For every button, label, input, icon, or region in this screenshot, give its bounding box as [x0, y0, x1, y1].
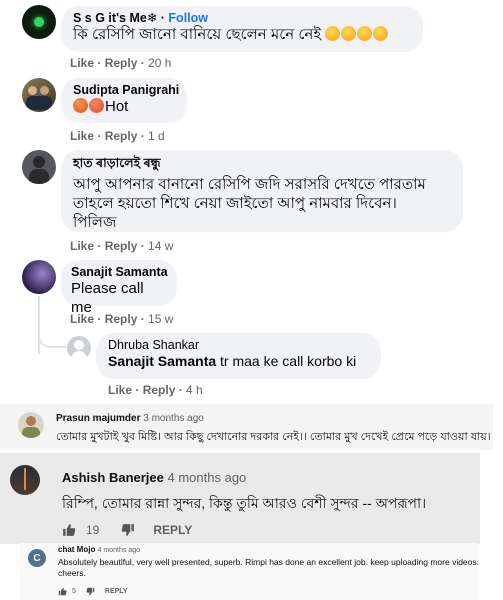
default-avatar-icon[interactable]: [67, 336, 91, 360]
thread-curve: [38, 320, 66, 348]
thumbs-up-icon[interactable]: [58, 587, 67, 596]
timestamp[interactable]: 15 w: [148, 312, 173, 326]
comment-text-line: আপু আপনার বানানো রেসিপি জদি সরাসরি দেখতে…: [73, 176, 426, 193]
reply-button[interactable]: REPLY: [105, 588, 128, 595]
yt-comment: Ashish Banerjee 4 months ago রিম্পি, তোম…: [0, 453, 480, 544]
follow-button[interactable]: Follow: [168, 11, 208, 25]
comment-actions: Like · Reply · 15 w: [70, 312, 174, 326]
like-button[interactable]: Like: [108, 383, 132, 397]
mention[interactable]: Sanajit Samanta: [108, 353, 216, 369]
comment-text: কি রেসিপি জানো বানিয়ে ছেলেন মনে নেই: [73, 26, 322, 43]
comment-bubble: হাত ৰাড়ালেই ৰন্ধু আপু আপনার বানানো রেসি…: [61, 150, 463, 232]
thumbs-down-icon[interactable]: [86, 587, 95, 596]
like-count: 19: [86, 523, 100, 537]
reply-bubble: Dhruba Shankar Sanajit Samanta tr maa ke…: [96, 333, 381, 379]
angry-face-emoji: [89, 98, 104, 113]
comment-text-line: পিলিজ: [73, 214, 117, 231]
comment-author[interactable]: Sanajit Samanta: [71, 265, 168, 279]
crying-emoji: [341, 26, 357, 41]
comment-bubble: Sudipta Panigrahi Hot: [61, 78, 187, 123]
reply-actions: Like · Reply · 4 h: [108, 383, 203, 397]
like-count: 5: [72, 588, 76, 595]
crying-emoji: [325, 26, 341, 41]
reply-button[interactable]: Reply: [143, 383, 176, 397]
yt-timestamp[interactable]: 4 months ago: [98, 547, 140, 554]
comment-author[interactable]: হাত ৰাড়ালেই ৰন্ধু: [73, 155, 451, 175]
comment-actions: Like · Reply · 20 h: [70, 56, 172, 70]
timestamp[interactable]: 1 d: [148, 129, 165, 143]
yt-comment: Prasun majumder 3 months ago তোমার মুখটা…: [0, 404, 493, 450]
timestamp[interactable]: 20 h: [148, 56, 171, 70]
reply-author[interactable]: Dhruba Shankar: [108, 338, 369, 352]
avatar[interactable]: [22, 150, 56, 184]
yt-comment-text-line: cheers.: [58, 568, 86, 578]
crying-emoji: [373, 26, 389, 41]
reply-text: tr maa ke call korbo ki: [220, 353, 357, 369]
yt-timestamp[interactable]: 3 months ago: [143, 413, 204, 424]
yt-author[interactable]: Prasun majumder: [56, 413, 140, 424]
timestamp[interactable]: 4 h: [186, 383, 203, 397]
hot-face-emoji: [73, 98, 88, 113]
comment-author[interactable]: Sudipta Panigrahi: [73, 83, 179, 97]
avatar[interactable]: C: [28, 549, 46, 567]
comment-author[interactable]: S s G it's Me❄: [73, 11, 157, 25]
like-button[interactable]: Like: [70, 312, 94, 326]
like-button[interactable]: Like: [70, 239, 94, 253]
comment-actions: Like · Reply · 1 d: [70, 129, 165, 143]
yt-comment-text: তোমার মুখটাই খুব মিষ্টি। আর কিছু দেখানোর…: [56, 431, 491, 443]
avatar[interactable]: [22, 5, 56, 39]
reply-button[interactable]: Reply: [105, 312, 138, 326]
avatar-letter: C: [33, 552, 41, 564]
yt-author[interactable]: chat Mojo: [58, 545, 95, 554]
comment-bubble: Sanajit Samanta Please call me: [61, 260, 177, 316]
timestamp[interactable]: 14 w: [148, 239, 173, 253]
comment-bubble: S s G it's Me❄ · Follow কি রেসিপি জানো ব…: [61, 6, 423, 52]
thumbs-down-icon[interactable]: [121, 523, 135, 537]
reply-button[interactable]: Reply: [105, 239, 138, 253]
like-button[interactable]: Like: [70, 129, 94, 143]
yt-comment-text-line: Absolutely beautiful, very well presente…: [58, 557, 479, 567]
comment-text: Hot: [105, 98, 129, 115]
reply-button[interactable]: Reply: [105, 56, 138, 70]
like-button[interactable]: Like: [70, 56, 94, 70]
avatar[interactable]: [18, 412, 44, 438]
yt-comment: C chat Mojo 4 months ago Absolutely beau…: [20, 543, 479, 600]
thumbs-up-icon[interactable]: [62, 523, 76, 537]
reply-button[interactable]: REPLY: [153, 523, 192, 537]
yt-comment-text: রিম্পি, তোমার রান্না সুন্দর, কিন্তু তুমি…: [62, 495, 427, 511]
comment-actions: Like · Reply · 14 w: [70, 239, 174, 253]
reply-button[interactable]: Reply: [105, 129, 138, 143]
avatar[interactable]: [22, 260, 56, 294]
avatar[interactable]: [10, 465, 40, 495]
yt-timestamp[interactable]: 4 months ago: [168, 470, 247, 485]
crying-emoji: [357, 26, 373, 41]
avatar[interactable]: [22, 78, 56, 112]
yt-author[interactable]: Ashish Banerjee: [62, 470, 164, 485]
comment-text-line: তাহলে হয়তো শিখে নেয়া জাইতো আপু নামবার …: [73, 195, 397, 212]
